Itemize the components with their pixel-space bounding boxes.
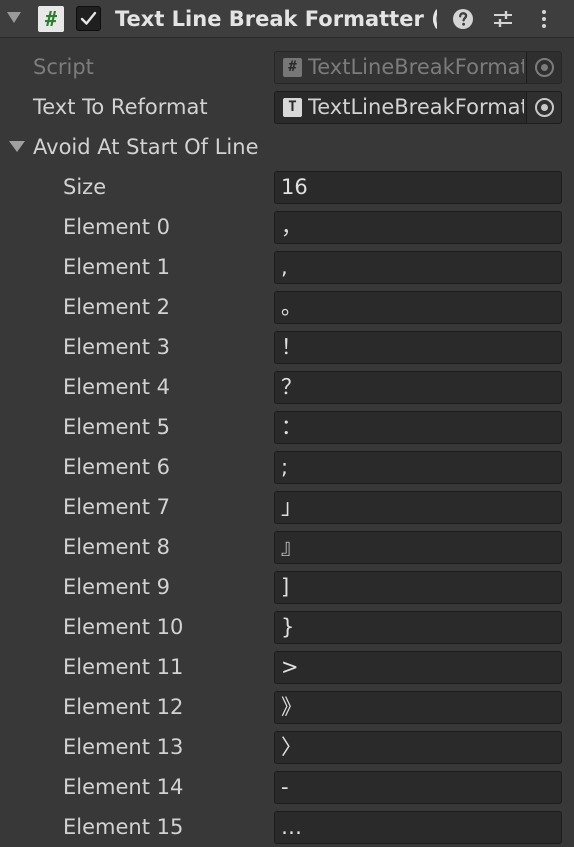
text-object-name: TextLineBreakFormatter	[308, 95, 524, 119]
text-to-reformat-label: Text To Reformat	[33, 95, 208, 119]
element-label: Element 14	[63, 775, 184, 799]
element-value-field[interactable]: ？	[274, 371, 562, 404]
script-object-name: TextLineBreakFormatter	[308, 55, 524, 79]
list-item: Element 15 …	[0, 807, 574, 847]
element-value-field[interactable]: 。	[274, 291, 562, 324]
element-label: Element 9	[63, 575, 170, 599]
element-value-field[interactable]: …	[274, 811, 562, 844]
list-item: Element 13 〉	[0, 727, 574, 767]
element-label: Element 4	[63, 375, 170, 399]
element-value: …	[281, 815, 302, 839]
element-label: Element 13	[63, 735, 184, 759]
text-to-reformat-row: Text To Reformat T TextLineBreakFormatte…	[0, 87, 574, 127]
foldout-arrow-icon[interactable]	[9, 141, 25, 152]
element-value-field[interactable]: ;	[274, 451, 562, 484]
element-label: Element 1	[63, 255, 170, 279]
element-value: 。	[281, 295, 302, 319]
help-icon[interactable]	[451, 7, 475, 31]
element-label: Element 10	[63, 615, 184, 639]
list-item: Element 12 》	[0, 687, 574, 727]
element-value-field[interactable]: 》	[274, 691, 562, 724]
element-label: Element 15	[63, 815, 184, 839]
component-header: # Text Line Break Formatter (Script)	[0, 0, 574, 38]
script-object-field: # TextLineBreakFormatter	[274, 51, 562, 84]
element-value-field[interactable]: ，	[274, 211, 562, 244]
element-value: -	[281, 775, 289, 799]
element-value: ：	[281, 415, 302, 439]
element-value: >	[281, 655, 299, 679]
enable-checkbox[interactable]	[76, 6, 101, 31]
script-property-row: Script # TextLineBreakFormatter	[0, 47, 574, 87]
element-value-field[interactable]: 』	[274, 531, 562, 564]
list-item: Element 8 』	[0, 527, 574, 567]
element-label: Element 2	[63, 295, 170, 319]
checkmark-icon	[80, 11, 97, 25]
element-label: Element 6	[63, 455, 170, 479]
avoid-at-start-label: Avoid At Start Of Line	[33, 135, 259, 159]
list-item: Element 9]	[0, 567, 574, 607]
element-value-field[interactable]: }	[274, 611, 562, 644]
presets-icon[interactable]	[491, 7, 515, 31]
element-value-field[interactable]: ：	[274, 411, 562, 444]
script-label: Script	[33, 55, 94, 79]
array-size-row: Size 16	[0, 167, 574, 207]
list-item: Element 1,	[0, 247, 574, 287]
list-item: Element 7 」	[0, 487, 574, 527]
list-item: Element 6;	[0, 447, 574, 487]
element-value: ？	[281, 375, 302, 399]
element-value: 」	[281, 495, 302, 519]
context-menu-icon[interactable]	[532, 7, 556, 31]
array-size-label: Size	[63, 175, 107, 199]
element-value: 』	[281, 535, 302, 559]
array-size-value: 16	[281, 175, 308, 199]
element-label: Element 8	[63, 535, 170, 559]
element-value-field[interactable]: 」	[274, 491, 562, 524]
list-item: Element 11 >	[0, 647, 574, 687]
element-value: ,	[281, 255, 288, 279]
element-value-field[interactable]: ]	[274, 571, 562, 604]
list-item: Element 14 -	[0, 767, 574, 807]
array-size-input[interactable]: 16	[274, 171, 562, 204]
element-label: Element 11	[63, 655, 184, 679]
object-picker-button	[526, 52, 561, 83]
list-item: Element 2 。	[0, 287, 574, 327]
element-value-field[interactable]: >	[274, 651, 562, 684]
list-item: Element 10}	[0, 607, 574, 647]
element-label: Element 12	[63, 695, 184, 719]
element-value-field[interactable]: 〉	[274, 731, 562, 764]
component-title: Text Line Break Formatter (Script)	[115, 7, 437, 31]
object-picker-button[interactable]	[526, 92, 561, 123]
element-value-field[interactable]: ,	[274, 251, 562, 284]
script-file-icon: #	[283, 58, 302, 77]
element-label: Element 7	[63, 495, 170, 519]
element-label: Element 0	[63, 215, 170, 239]
foldout-arrow-icon[interactable]	[7, 12, 21, 23]
element-value-field[interactable]: ！	[274, 331, 562, 364]
element-value: 》	[281, 695, 302, 719]
script-icon: #	[38, 6, 64, 32]
list-item: Element 4 ？	[0, 367, 574, 407]
list-item: Element 3 ！	[0, 327, 574, 367]
element-value: ]	[281, 575, 290, 599]
element-value: ！	[281, 335, 302, 359]
element-label: Element 3	[63, 335, 170, 359]
element-value: ;	[281, 455, 289, 479]
element-value: }	[281, 615, 295, 639]
list-item: Element 0 ，	[0, 207, 574, 247]
text-component-icon: T	[283, 98, 302, 117]
list-item: Element 5 ：	[0, 407, 574, 447]
element-value: 〉	[281, 735, 302, 759]
element-label: Element 5	[63, 415, 170, 439]
avoid-at-start-foldout[interactable]: Avoid At Start Of Line	[0, 127, 574, 167]
element-value-field[interactable]: -	[274, 771, 562, 804]
element-value: ，	[281, 215, 302, 239]
text-to-reformat-field[interactable]: T TextLineBreakFormatter	[274, 91, 562, 124]
